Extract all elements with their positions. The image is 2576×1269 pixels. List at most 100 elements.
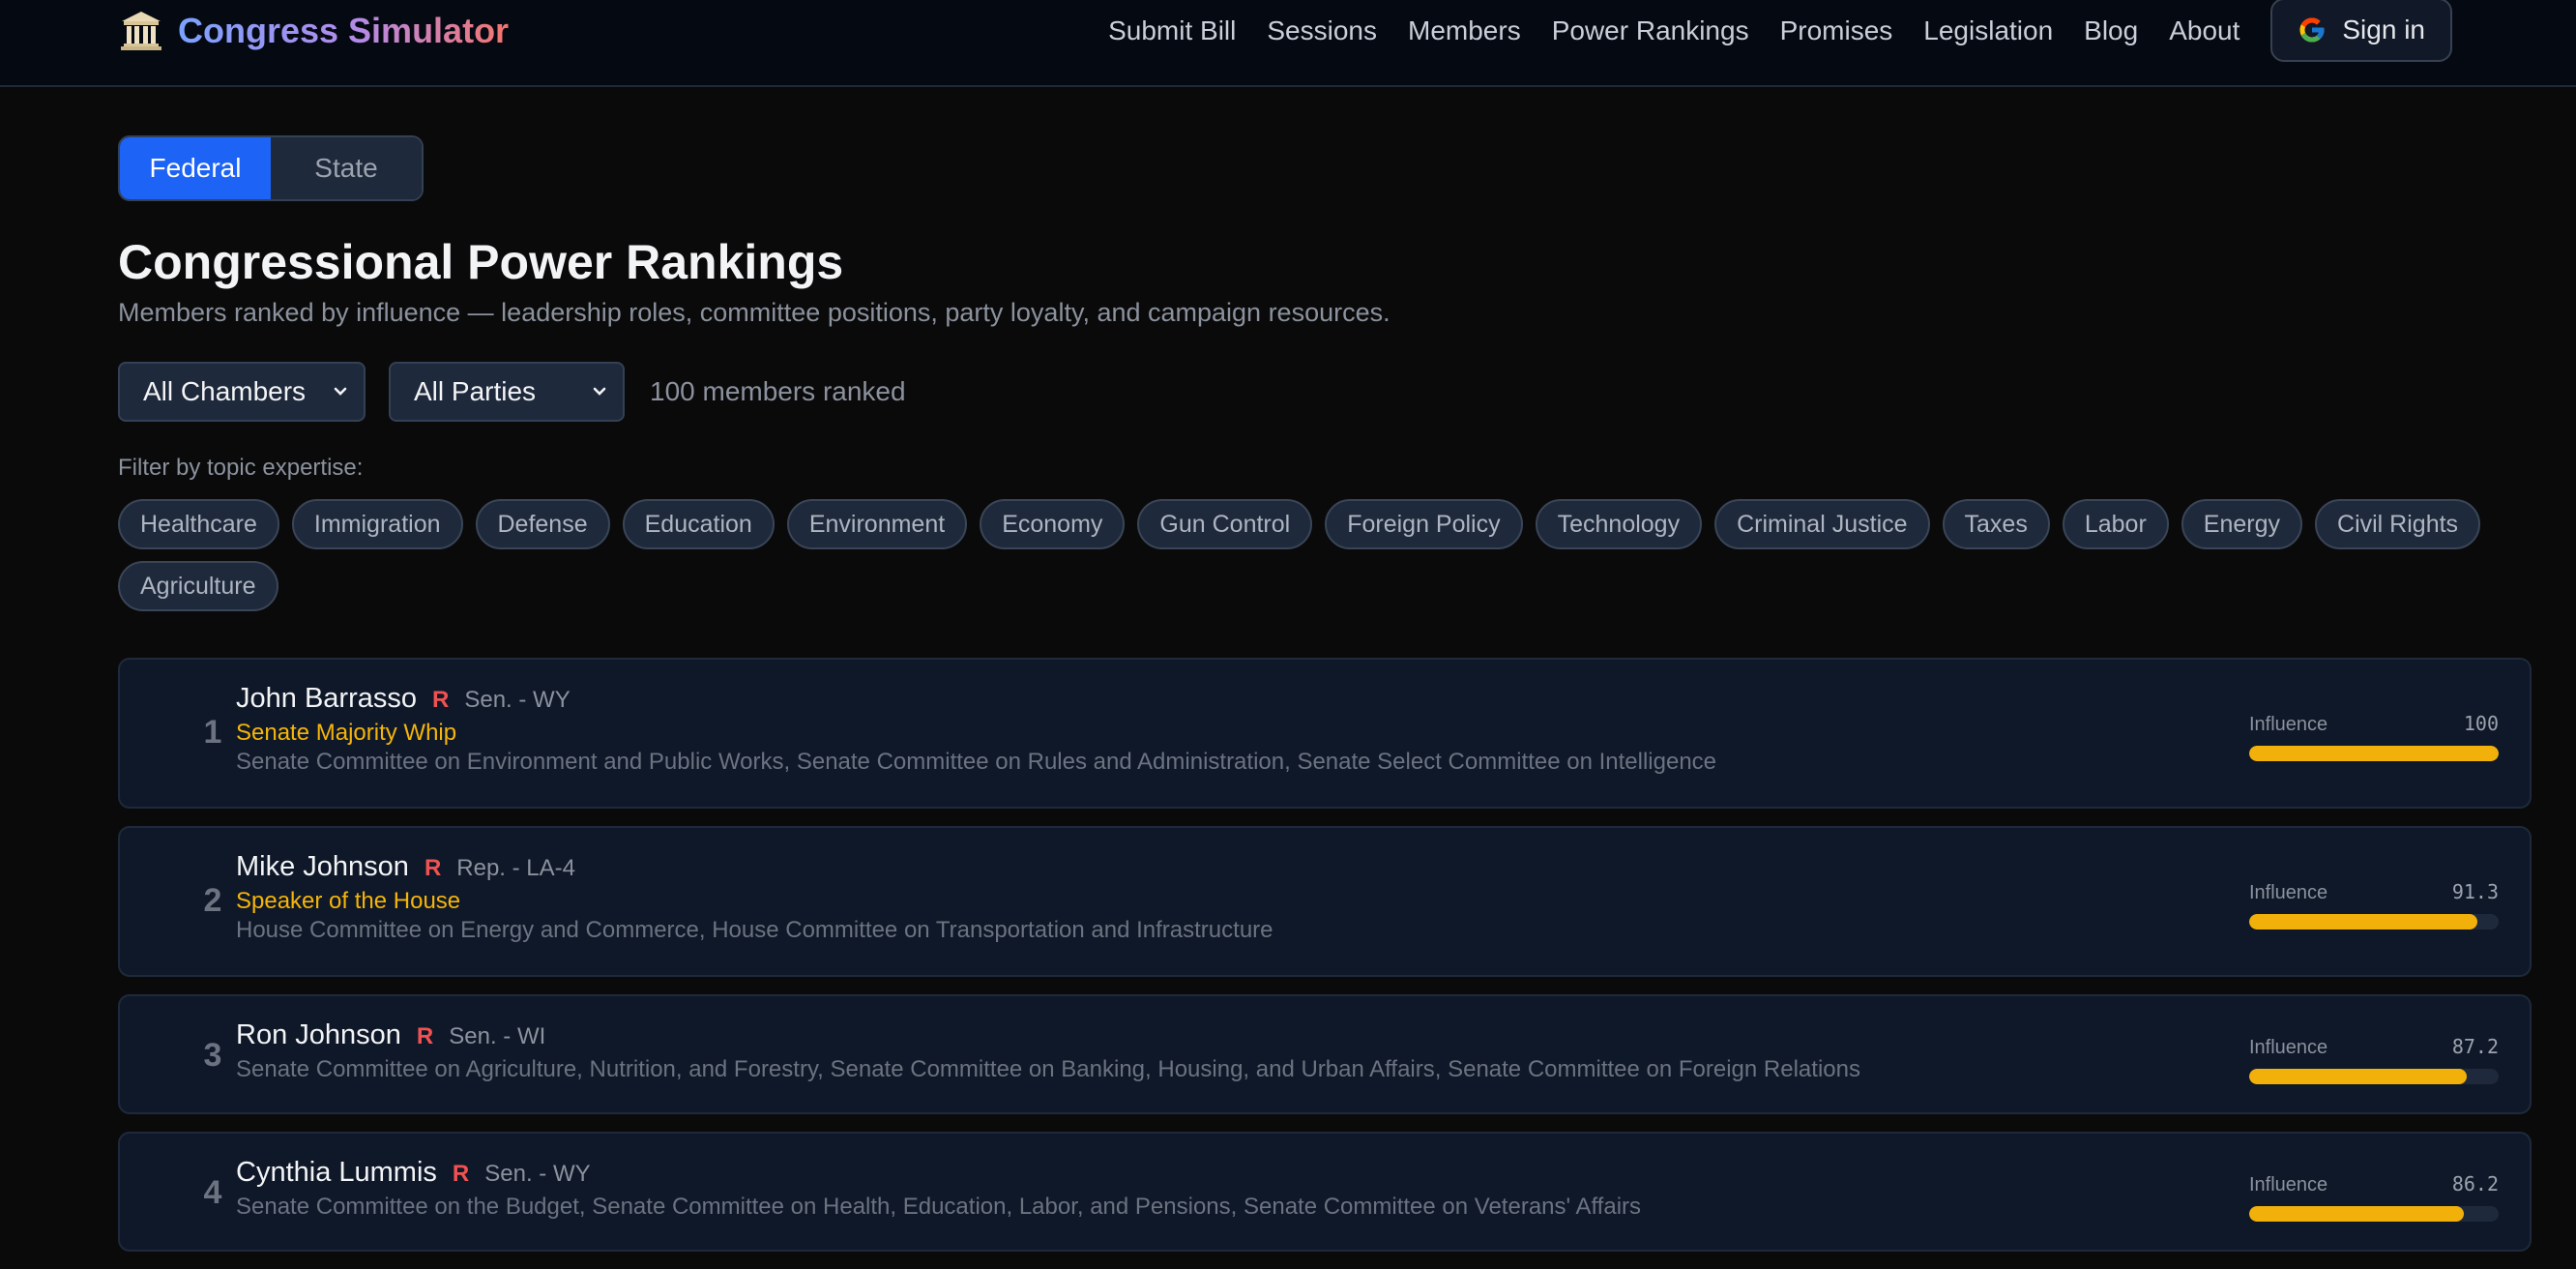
member-info: Cynthia Lummis R Sen. - WY Senate Commit…: [236, 1157, 2123, 1221]
member-name[interactable]: Ron Johnson: [236, 1019, 401, 1051]
topic-chip-gun-control[interactable]: Gun Control: [1137, 499, 1313, 549]
ranking-card[interactable]: 3 Ron Johnson R Sen. - WI Senate Committ…: [118, 994, 2532, 1114]
topic-chip-criminal-justice[interactable]: Criminal Justice: [1714, 499, 1930, 549]
party-select-value: All Parties: [414, 376, 537, 406]
influence-label: Influence: [2249, 882, 2328, 903]
influence-bar-fill: [2249, 1206, 2465, 1222]
party-badge: R: [424, 855, 442, 881]
leadership-role: Senate Majority Whip: [236, 720, 457, 746]
chevron-down-icon: [593, 387, 606, 396]
influence-bar-track: [2249, 746, 2499, 761]
nav-legislation[interactable]: Legislation: [1923, 15, 2053, 46]
nav-blog[interactable]: Blog: [2084, 15, 2138, 46]
rank-number: 2: [203, 882, 222, 919]
influence-label: Influence: [2249, 1037, 2328, 1058]
rank-number: 4: [203, 1174, 222, 1211]
topic-chip-foreign-policy[interactable]: Foreign Policy: [1325, 499, 1523, 549]
influence-bar-track: [2249, 1069, 2499, 1084]
sign-in-button[interactable]: Sign in: [2270, 0, 2452, 62]
scope-toggle: Federal State: [118, 135, 424, 201]
member-name[interactable]: Mike Johnson: [236, 851, 409, 883]
influence-score: 87.2: [2451, 1035, 2499, 1058]
member-seat: Sen. - WY: [484, 1161, 591, 1187]
ranking-card[interactable]: 1 John Barrasso R Sen. - WY Senate Major…: [118, 658, 2532, 809]
topic-chip-healthcare[interactable]: Healthcare: [118, 499, 279, 549]
topic-chip-agriculture[interactable]: Agriculture: [118, 561, 278, 611]
member-seat: Sen. - WY: [464, 687, 571, 713]
member-name-row: Cynthia Lummis R Sen. - WY: [236, 1157, 2123, 1192]
topic-chip-taxes[interactable]: Taxes: [1942, 499, 2050, 549]
top-navigation-bar: Congress Simulator Submit Bill Sessions …: [0, 0, 2576, 87]
classical-building-icon: [121, 12, 161, 50]
power-rankings-list: 1 John Barrasso R Sen. - WY Senate Major…: [118, 658, 2532, 1269]
influence-meter: Influence 100: [2249, 712, 2499, 761]
party-badge: R: [432, 687, 450, 713]
member-name-row: Ron Johnson R Sen. - WI: [236, 1019, 2123, 1054]
topic-filter-label: Filter by topic expertise:: [118, 455, 364, 481]
party-badge: R: [416, 1023, 434, 1049]
committee-list: House Committee on Energy and Commerce, …: [236, 917, 1273, 943]
page-subtitle: Members ranked by influence — leadership…: [118, 298, 1390, 327]
topic-chip-labor[interactable]: Labor: [2062, 499, 2169, 549]
topic-chip-defense[interactable]: Defense: [475, 499, 610, 549]
member-seat: Rep. - LA-4: [456, 855, 575, 881]
google-g-icon: [2299, 17, 2325, 43]
party-badge: R: [452, 1161, 470, 1187]
member-name-row: Mike Johnson R Rep. - LA-4: [236, 851, 2123, 886]
influence-meter: Influence 86.2: [2249, 1172, 2499, 1222]
toggle-state[interactable]: State: [271, 137, 422, 199]
topic-chip-economy[interactable]: Economy: [980, 499, 1126, 549]
member-seat: Sen. - WI: [449, 1023, 546, 1049]
sign-in-label: Sign in: [2342, 15, 2425, 44]
page-title: Congressional Power Rankings: [118, 235, 844, 289]
topic-chip-immigration[interactable]: Immigration: [291, 499, 463, 549]
nav-power-rankings[interactable]: Power Rankings: [1552, 15, 1749, 46]
chevron-down-icon: [334, 387, 347, 396]
filter-row: All Chambers All Parties 100 members ran…: [118, 362, 906, 422]
influence-bar-track: [2249, 914, 2499, 930]
nav-promises[interactable]: Promises: [1780, 15, 1893, 46]
nav-members[interactable]: Members: [1408, 15, 1521, 46]
topic-chips: Healthcare Immigration Defense Education…: [118, 499, 2516, 611]
committee-list: Senate Committee on Agriculture, Nutriti…: [236, 1056, 1860, 1082]
leadership-role: Speaker of the House: [236, 888, 461, 914]
topic-chip-education[interactable]: Education: [622, 499, 775, 549]
influence-meter: Influence 87.2: [2249, 1035, 2499, 1084]
toggle-federal[interactable]: Federal: [120, 137, 271, 199]
topic-chip-environment[interactable]: Environment: [786, 499, 968, 549]
influence-label: Influence: [2249, 1174, 2328, 1195]
nav-about[interactable]: About: [2169, 15, 2239, 46]
nav-submit-bill[interactable]: Submit Bill: [1108, 15, 1236, 46]
influence-score: 86.2: [2451, 1172, 2499, 1195]
rank-number: 1: [203, 714, 222, 751]
ranking-card[interactable]: 4 Cynthia Lummis R Sen. - WY Senate Comm…: [118, 1132, 2532, 1252]
member-info: John Barrasso R Sen. - WY Senate Majorit…: [236, 683, 2123, 776]
topic-chip-technology[interactable]: Technology: [1535, 499, 1703, 549]
influence-bar-fill: [2249, 914, 2477, 930]
nav-sessions[interactable]: Sessions: [1267, 15, 1377, 46]
member-name[interactable]: Cynthia Lummis: [236, 1157, 437, 1189]
influence-bar-fill: [2249, 1069, 2467, 1084]
influence-score: 91.3: [2451, 880, 2499, 903]
chamber-select[interactable]: All Chambers: [118, 362, 366, 422]
rank-number: 3: [203, 1037, 222, 1074]
influence-label: Influence: [2249, 714, 2328, 735]
chamber-select-value: All Chambers: [143, 376, 307, 406]
member-name[interactable]: John Barrasso: [236, 683, 417, 715]
brand-logo-link[interactable]: Congress Simulator: [118, 4, 509, 58]
member-name-row: John Barrasso R Sen. - WY: [236, 683, 2123, 718]
members-count: 100 members ranked: [650, 376, 906, 406]
party-select[interactable]: All Parties: [389, 362, 625, 422]
main-nav: Submit Bill Sessions Members Power Ranki…: [1108, 0, 2452, 62]
topic-chip-civil-rights[interactable]: Civil Rights: [2315, 499, 2481, 549]
influence-bar-fill: [2249, 746, 2499, 761]
influence-bar-track: [2249, 1206, 2499, 1222]
committee-list: Senate Committee on the Budget, Senate C…: [236, 1194, 1642, 1220]
committee-list: Senate Committee on Environment and Publ…: [236, 749, 1717, 775]
influence-score: 100: [2463, 712, 2499, 735]
influence-meter: Influence 91.3: [2249, 880, 2499, 930]
topic-chip-energy[interactable]: Energy: [2181, 499, 2303, 549]
member-info: Ron Johnson R Sen. - WI Senate Committee…: [236, 1019, 2123, 1083]
app-name: Congress Simulator: [178, 11, 510, 50]
ranking-card[interactable]: 2 Mike Johnson R Rep. - LA-4 Speaker of …: [118, 826, 2532, 977]
